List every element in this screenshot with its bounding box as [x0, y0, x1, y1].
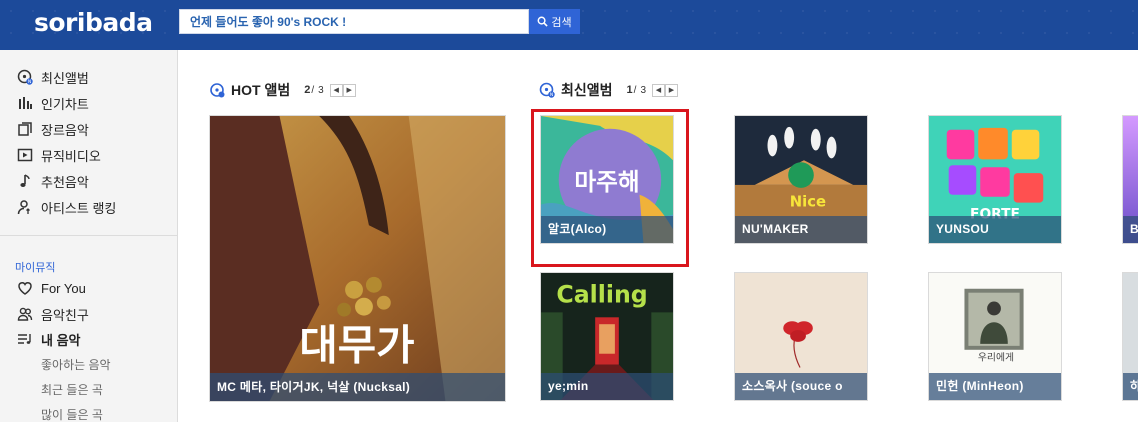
album-artist-label: ye;min	[541, 373, 673, 400]
album-art-text: Nice	[790, 194, 826, 211]
soribada-logo[interactable]: soribada	[34, 8, 153, 37]
hot-album-pager: 2 / 3 ◀ ▶	[304, 83, 356, 97]
new-album-pager: 1 / 3 ◀ ▶	[626, 83, 678, 97]
hot-album-header: HOT 앨범 2 / 3 ◀ ▶	[209, 80, 356, 100]
album-artist-label: B	[1123, 216, 1138, 243]
sidebar-item-label: 음악친구	[41, 307, 89, 323]
sidebar-item-label: 아티스트 랭킹	[41, 200, 117, 216]
album-card[interactable]: 마주해 알코(Alco)	[540, 115, 674, 244]
music-note-icon	[16, 173, 33, 190]
hot-album-icon	[210, 83, 225, 98]
hot-album-title: HOT 앨범	[231, 82, 291, 98]
album-card[interactable]: Nice NU'MAKER	[734, 115, 868, 244]
sidebar-item-label: 최신앨범	[41, 70, 89, 86]
search-box	[179, 9, 529, 34]
sidebar-item-label: 추천음악	[41, 174, 89, 190]
svg-text:N: N	[550, 92, 553, 98]
sidebar-subitem-recent[interactable]: 최근 들은 곡	[41, 381, 103, 398]
album-artist-label: 민헌 (MinHeon)	[929, 373, 1061, 400]
sidebar-item-label: 뮤직비디오	[41, 148, 101, 164]
prev-page-button[interactable]: ◀	[652, 83, 665, 97]
sidebar-item-genre[interactable]: 장르음악	[16, 119, 89, 139]
next-page-button[interactable]: ▶	[342, 83, 356, 97]
mymusic-title: 마이뮤직	[15, 262, 56, 274]
pager-total: 3	[318, 84, 324, 96]
genre-copy-icon	[16, 121, 33, 138]
album-card[interactable]: 소스옥사 (souce o	[734, 272, 868, 401]
new-album-icon: N	[539, 82, 555, 98]
friends-icon	[16, 306, 33, 323]
sidebar-item-recommended[interactable]: 추천음악	[16, 171, 89, 191]
album-artist-label: YUNSOU	[929, 216, 1061, 243]
album-artist-label: NU'MAKER	[735, 216, 867, 243]
album-artist-label: 하	[1123, 373, 1138, 400]
sidebar-item-music-video[interactable]: 뮤직비디오	[16, 145, 101, 165]
album-artist-label: 알코(Alco)	[541, 216, 673, 243]
search-icon	[537, 16, 549, 27]
new-album-header: N 최신앨범 1 / 3 ◀ ▶	[539, 80, 678, 100]
play-video-icon	[16, 147, 33, 164]
prev-page-button[interactable]: ◀	[329, 83, 343, 97]
pager-current: 1	[626, 84, 633, 96]
playlist-icon	[16, 331, 33, 348]
album-card[interactable]: Calling ye;min	[540, 272, 674, 401]
search-button[interactable]: 검색	[529, 9, 580, 34]
album-art-text: Calling	[556, 281, 647, 309]
album-art-text: 대무가	[299, 320, 414, 369]
album-card[interactable]: FORTE YUNSOU	[928, 115, 1062, 244]
new-album-icon: N	[16, 69, 33, 86]
sidebar-item-new-albums[interactable]: N 최신앨범	[16, 67, 89, 87]
sidebar-subitem-most-played[interactable]: 많이 들은 곡	[41, 406, 103, 423]
sidebar-divider	[0, 235, 178, 236]
sidebar-item-my-music[interactable]: 내 음악	[16, 329, 81, 349]
sidebar-item-label: 인기차트	[41, 96, 89, 112]
search-button-label: 검색	[551, 16, 572, 29]
album-artist-label: MC 메타, 타이거JK, 넉살 (Nucksal)	[210, 373, 505, 401]
chart-bars-icon	[16, 95, 33, 112]
sidebar-item-label: 내 음악	[41, 332, 81, 348]
heart-icon	[16, 280, 33, 297]
next-page-button[interactable]: ▶	[665, 83, 678, 97]
svg-text:N: N	[27, 79, 30, 85]
pager-current: 2	[304, 84, 311, 96]
new-album-title: 최신앨범	[561, 82, 613, 98]
sidebar-item-artist-ranking[interactable]: 아티스트 랭킹	[16, 197, 116, 217]
album-cover: 대무가	[210, 116, 505, 401]
sidebar-subitem-liked[interactable]: 좋아하는 음악	[41, 356, 111, 373]
pager-total: 3	[640, 84, 646, 96]
sidebar-item-for-you[interactable]: For You	[16, 278, 86, 298]
sidebar-item-label: For You	[41, 280, 86, 296]
album-art-text: 마주해	[574, 168, 639, 196]
pager-separator: /	[633, 84, 637, 96]
sidebar-item-music-friends[interactable]: 음악친구	[16, 304, 89, 324]
album-card[interactable]: 하	[1122, 272, 1138, 401]
sidebar: N 최신앨범 인기차트 장르음악 뮤직비디오 추천음악 아티스트 랭킹 마이뮤직…	[0, 50, 178, 422]
album-card[interactable]: B	[1122, 115, 1138, 244]
hot-album-card[interactable]: 대무가 MC 메타, 타이거JK, 넉살 (Nucksal)	[209, 115, 506, 402]
top-header: soribada 검색	[0, 0, 1138, 50]
album-art-text: 우리에게	[978, 352, 1014, 364]
album-card[interactable]: 우리에게 민헌 (MinHeon)	[928, 272, 1062, 401]
album-artist-label: 소스옥사 (souce o	[735, 373, 867, 400]
sidebar-item-chart[interactable]: 인기차트	[16, 93, 89, 113]
artist-ranking-icon	[16, 199, 33, 216]
pager-separator: /	[311, 84, 315, 96]
sidebar-item-label: 장르음악	[41, 122, 89, 138]
search-input[interactable]	[180, 10, 528, 33]
